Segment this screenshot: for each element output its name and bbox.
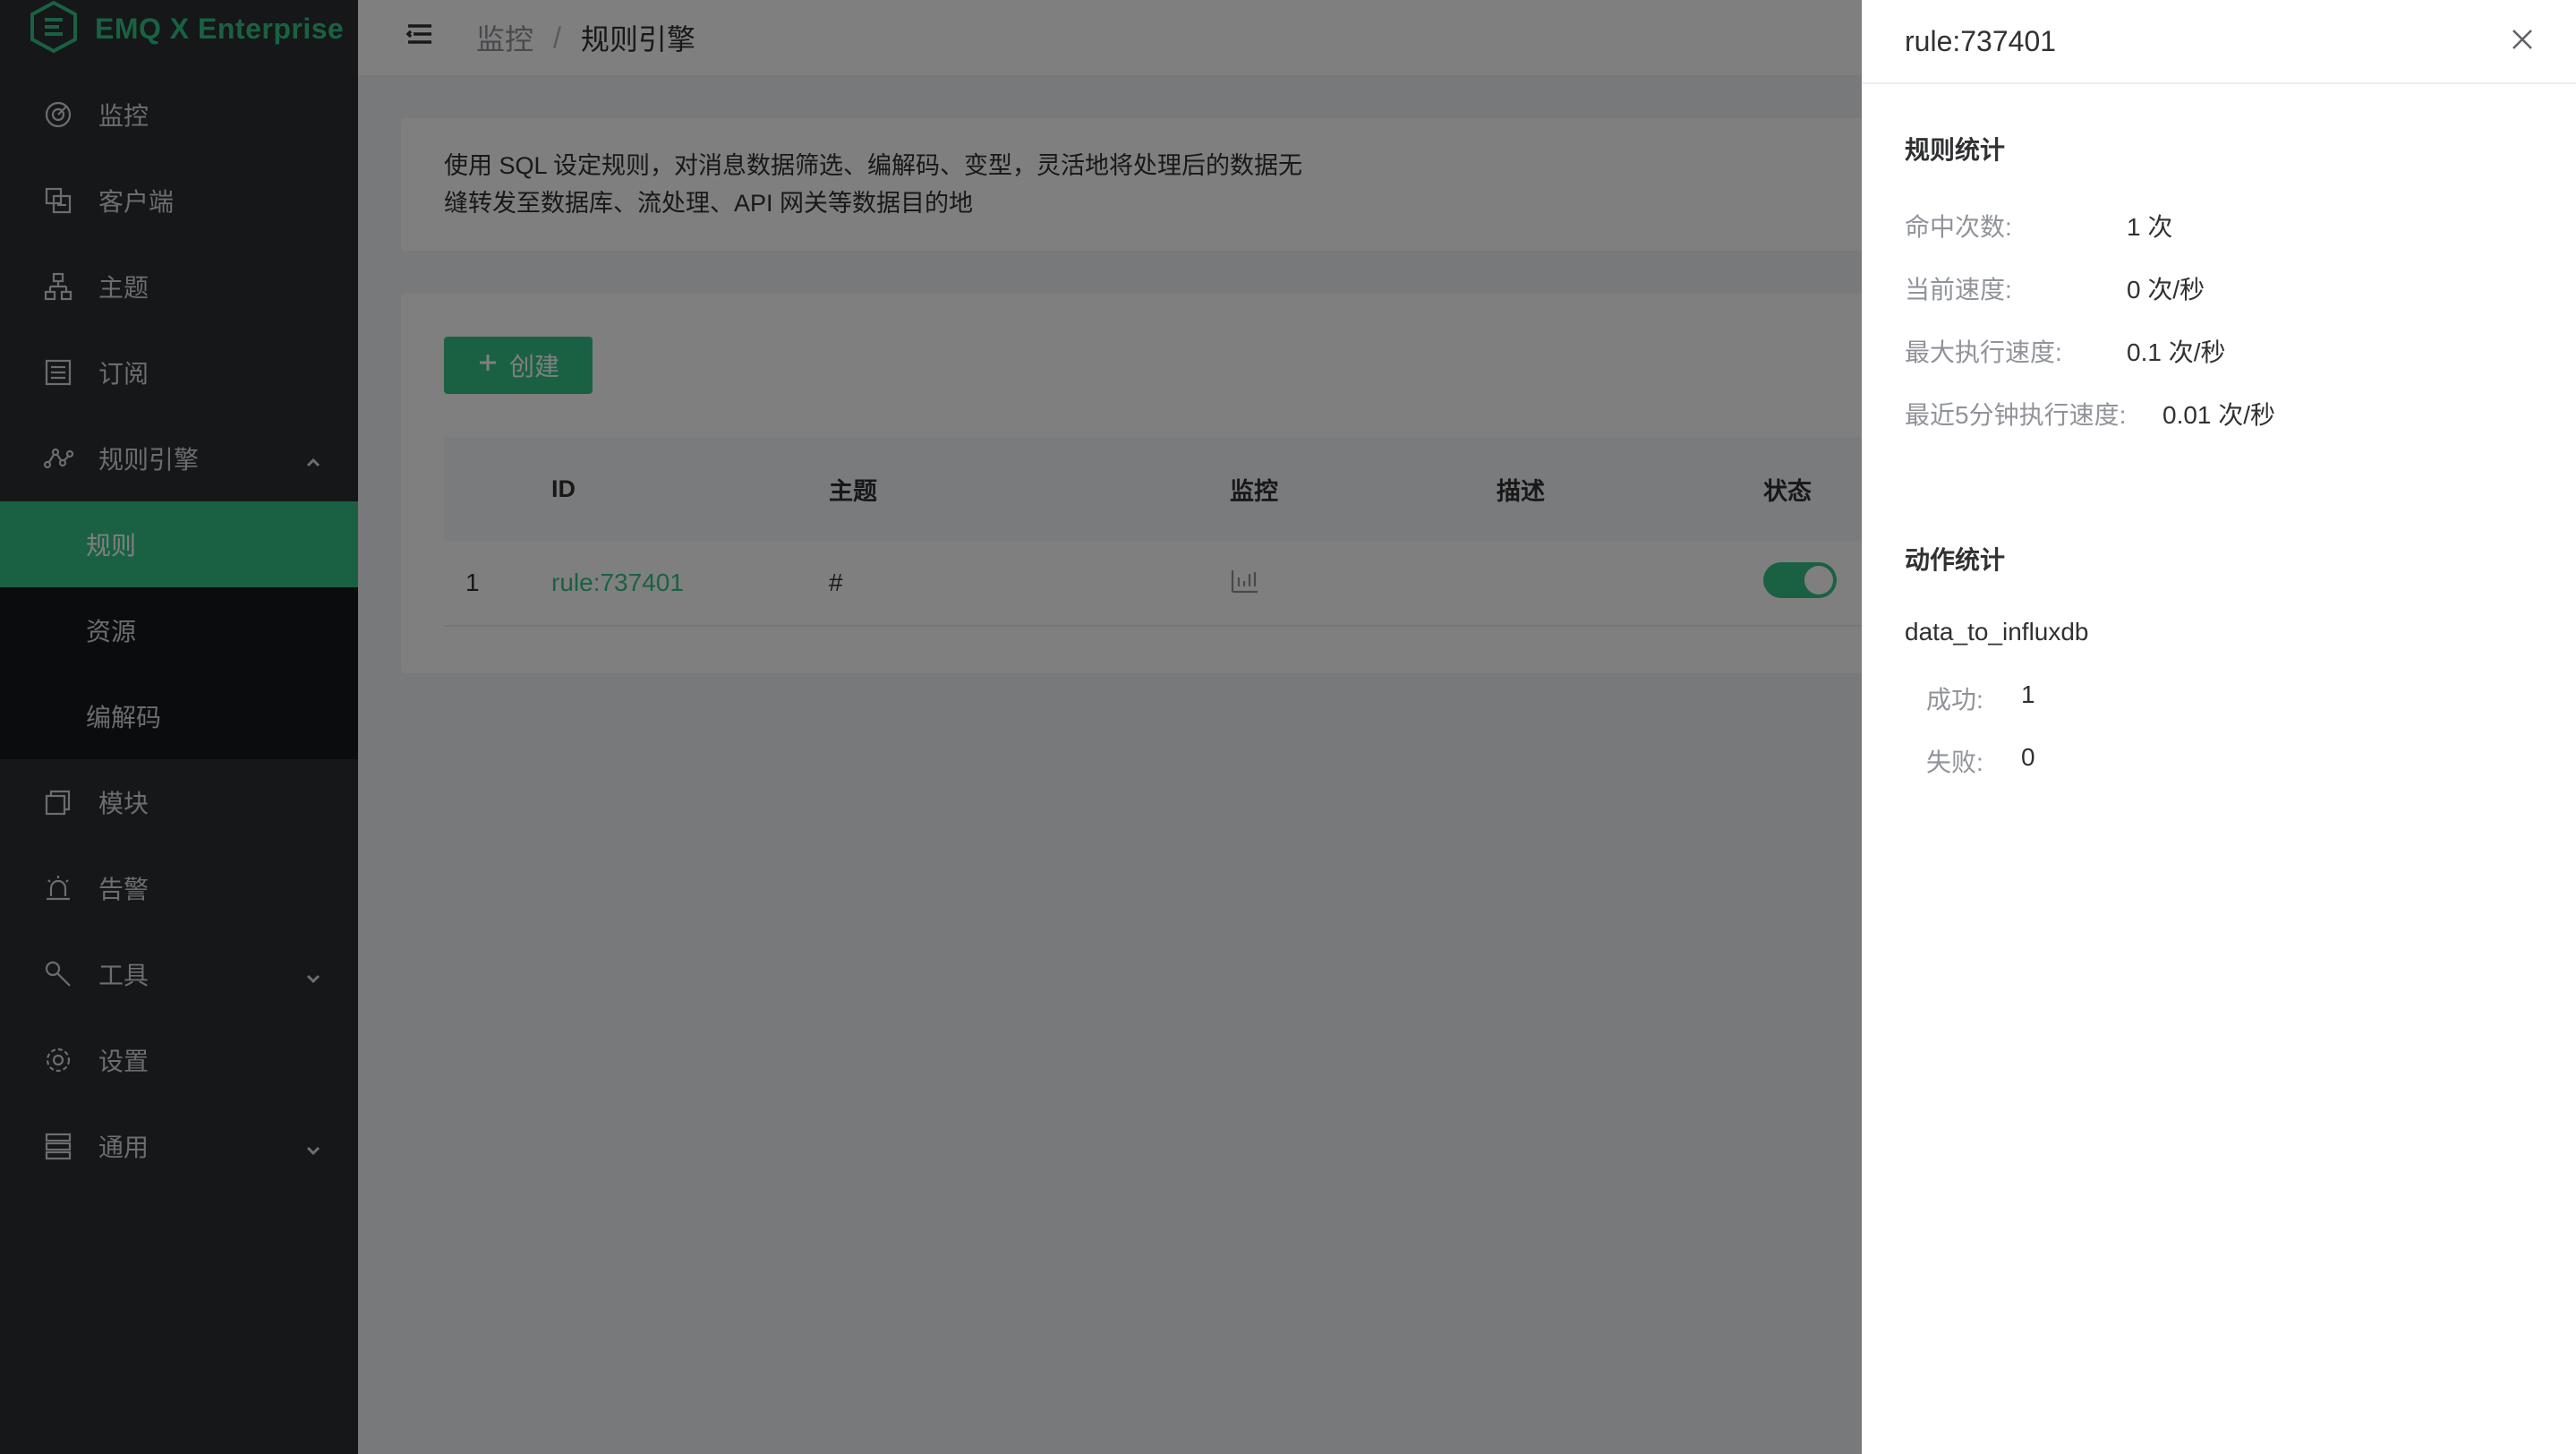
stat-label: 当前速度: [1905, 276, 2012, 304]
stat-label: 命中次数: [1905, 213, 2012, 241]
stat-row-hits: 命中次数: 1 次 [1905, 208, 2172, 244]
drawer-header: rule:737401 [1862, 0, 2576, 84]
modal-overlay[interactable] [0, 0, 1862, 1454]
action-fail-row: 失败: 0 [1926, 743, 2035, 779]
action-fail-value: 0 [2021, 743, 2035, 771]
stat-label: 最近5分钟执行速度: [1905, 401, 2127, 429]
stat-value: 0.01 次/秒 [2162, 401, 2276, 429]
rule-detail-drawer: rule:737401 规则统计 命中次数: 1 次 当前速度: 0 次/秒 最… [1862, 0, 2576, 1454]
stat-row-current-speed: 当前速度: 0 次/秒 [1905, 270, 2205, 306]
action-success-label: 成功: [1926, 686, 1983, 714]
stat-value: 0 次/秒 [2127, 276, 2205, 304]
stat-value: 1 次 [2127, 213, 2173, 241]
action-name: data_to_influxdb [1905, 618, 2089, 646]
action-stats-title: 动作统计 [1905, 546, 2006, 574]
stat-row-5min-speed: 最近5分钟执行速度: 0.01 次/秒 [1905, 396, 2275, 432]
action-success-row: 成功: 1 [1926, 680, 2035, 716]
drawer-title: rule:737401 [1905, 24, 2057, 57]
rule-stats-title: 规则统计 [1905, 136, 2006, 164]
stat-value: 0.1 次/秒 [2127, 338, 2226, 366]
stat-row-max-speed: 最大执行速度: 0.1 次/秒 [1905, 333, 2225, 369]
close-icon[interactable] [2504, 21, 2540, 57]
stat-label: 最大执行速度: [1905, 338, 2062, 366]
action-fail-label: 失败: [1926, 748, 1983, 776]
action-success-value: 1 [2021, 680, 2035, 708]
